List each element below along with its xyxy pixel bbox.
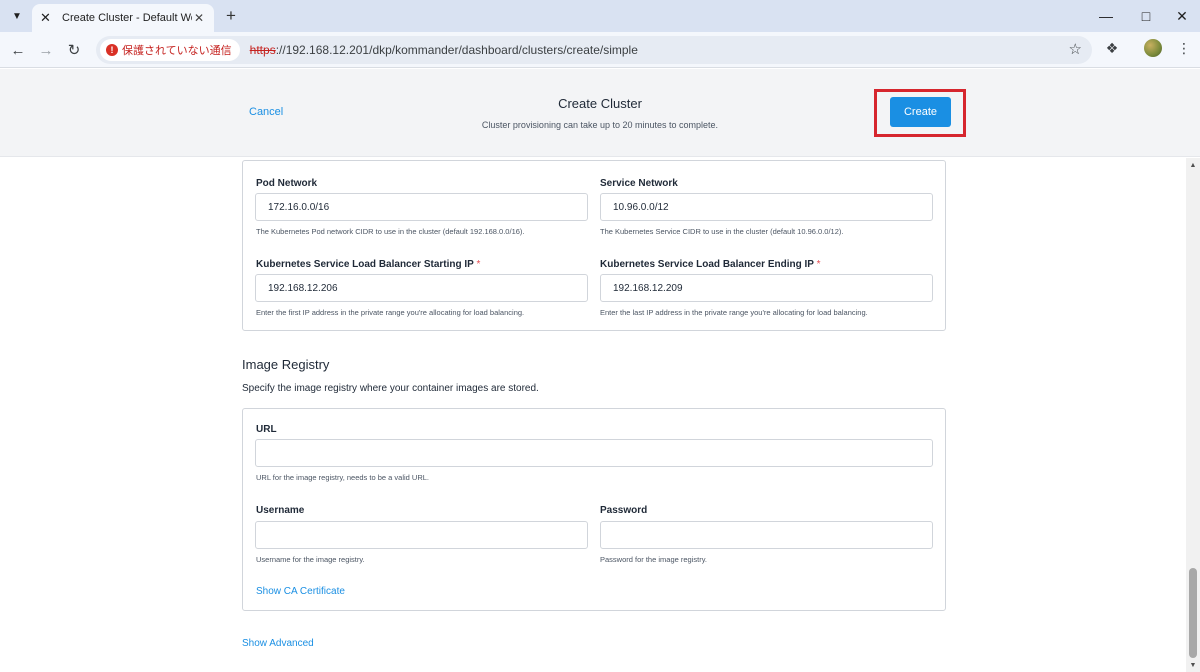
service-network-label: Service Network: [600, 178, 678, 189]
address-bar[interactable]: ! 保護されていない通信 https ://192.168.12.201/dkp…: [96, 36, 1092, 64]
page-title: Create Cluster: [558, 96, 642, 111]
lb-end-label-text: Kubernetes Service Load Balancer Ending …: [600, 259, 814, 270]
scroll-up-arrow-icon[interactable]: ▲: [1186, 159, 1200, 171]
lb-start-label-text: Kubernetes Service Load Balancer Startin…: [256, 259, 474, 270]
browser-tab[interactable]: ✕ Create Cluster - Default Worksp ✕: [32, 4, 214, 32]
network-card: Pod Network 172.16.0.0/16 The Kubernetes…: [242, 160, 946, 331]
maximize-icon[interactable]: □: [1126, 0, 1166, 32]
security-label: 保護されていない通信: [122, 45, 232, 57]
scroll-thumb[interactable]: [1189, 568, 1197, 658]
registry-password-help: Password for the image registry.: [600, 555, 707, 564]
registry-password-input[interactable]: [600, 521, 933, 549]
new-tab-plus-icon[interactable]: +: [220, 5, 242, 27]
page-subtitle: Cluster provisioning can take up to 20 m…: [481, 120, 719, 130]
minimize-icon[interactable]: —: [1086, 0, 1126, 32]
url-scheme: https: [249, 43, 276, 57]
registry-url-label: URL: [256, 424, 277, 435]
page-header: Cancel Create Cluster Cluster provisioni…: [0, 69, 1200, 157]
menu-kebab-icon[interactable]: ⋮: [1176, 38, 1192, 58]
image-registry-description: Specify the image registry where your co…: [242, 383, 539, 394]
lb-end-label: Kubernetes Service Load Balancer Ending …: [600, 259, 820, 270]
url-path: ://192.168.12.201/dkp/kommander/dashboar…: [275, 43, 638, 57]
reload-icon[interactable]: ↻: [62, 38, 86, 62]
form-content: Pod Network 172.16.0.0/16 The Kubernetes…: [0, 158, 1186, 672]
registry-password-label: Password: [600, 505, 648, 516]
registry-url-input[interactable]: [255, 439, 933, 467]
show-ca-certificate-link[interactable]: Show CA Certificate: [256, 586, 345, 597]
image-registry-title: Image Registry: [242, 357, 330, 372]
scroll-down-arrow-icon[interactable]: ▼: [1186, 659, 1200, 671]
registry-username-help: Username for the image registry.: [256, 555, 365, 564]
browser-toolbar: ← → ↻ ! 保護されていない通信 https ://192.168.12.2…: [0, 32, 1200, 68]
required-mark: *: [816, 259, 821, 270]
required-mark: *: [476, 259, 481, 270]
lb-start-help: Enter the first IP address in the privat…: [256, 308, 525, 317]
pod-network-help: The Kubernetes Pod network CIDR to use i…: [256, 227, 525, 236]
lb-end-help: Enter the last IP address in the private…: [600, 308, 868, 317]
registry-username-input[interactable]: [255, 521, 588, 549]
lb-start-label: Kubernetes Service Load Balancer Startin…: [256, 259, 480, 270]
image-registry-card: URL URL for the image registry, needs to…: [242, 408, 946, 611]
lb-end-input[interactable]: 192.168.12.209: [600, 274, 933, 302]
create-button[interactable]: Create: [890, 97, 951, 127]
lb-start-input[interactable]: 192.168.12.206: [255, 274, 588, 302]
tab-search-chevron-icon[interactable]: ▼: [6, 5, 28, 27]
browser-tab-strip: ▼ ✕ Create Cluster - Default Worksp ✕ + …: [0, 0, 1200, 32]
back-arrow-icon[interactable]: ←: [6, 38, 30, 62]
bookmark-star-icon[interactable]: ☆: [1069, 40, 1082, 58]
x-logo-icon: ✕: [40, 10, 51, 25]
forward-arrow-icon[interactable]: →: [34, 38, 58, 62]
window-close-icon[interactable]: ✕: [1162, 0, 1200, 32]
security-chip[interactable]: ! 保護されていない通信: [100, 39, 240, 61]
registry-username-label: Username: [256, 505, 305, 516]
show-advanced-link[interactable]: Show Advanced: [242, 638, 314, 649]
pod-network-label: Pod Network: [256, 178, 318, 189]
profile-avatar[interactable]: [1144, 39, 1162, 57]
tab-close-icon[interactable]: ✕: [192, 11, 206, 25]
tab-title: Create Cluster - Default Worksp: [62, 12, 192, 24]
page-scrollbar[interactable]: ▲ ▼: [1186, 158, 1200, 672]
warning-icon: !: [106, 44, 118, 56]
service-network-help: The Kubernetes Service CIDR to use in th…: [600, 227, 844, 236]
service-network-input[interactable]: 10.96.0.0/12: [600, 193, 933, 221]
registry-url-help: URL for the image registry, needs to be …: [256, 473, 429, 482]
pod-network-input[interactable]: 172.16.0.0/16: [255, 193, 588, 221]
extensions-puzzle-icon[interactable]: ❖: [1102, 38, 1122, 58]
